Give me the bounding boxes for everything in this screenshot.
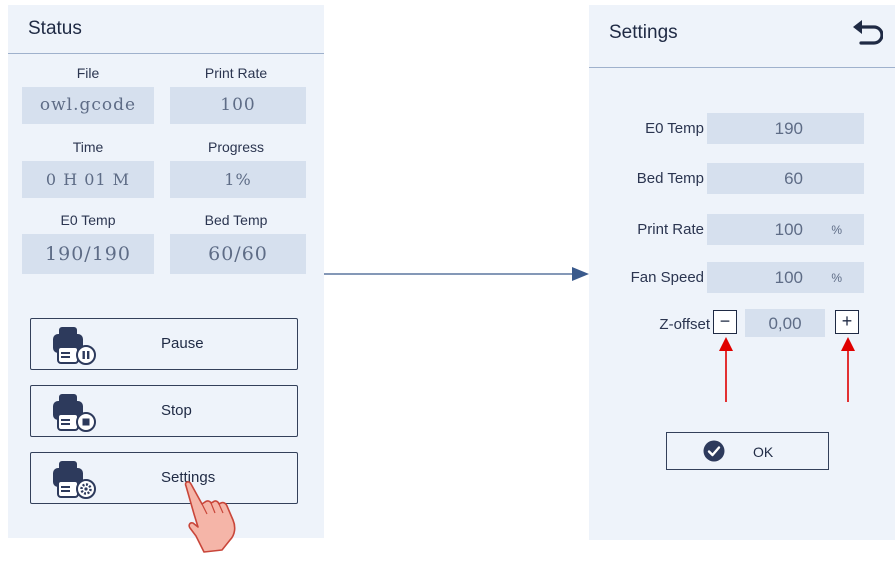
progress-value: 1% [170,161,306,198]
print-rate-value: 100 [170,87,306,124]
ok-label: OK [753,444,774,460]
file-value: owl.gcode [22,87,154,124]
bed-temp-setting-value: 60 [784,169,803,188]
fan-speed-setting-unit: % [831,271,842,285]
printer-pause-icon [53,327,96,365]
red-arrow-minus [719,337,733,402]
file-label: File [76,65,100,81]
z-offset-minus-button[interactable]: − [713,310,737,334]
z-offset-plus-button[interactable]: + [835,310,859,334]
print-rate-label: Print Rate [204,65,268,81]
fan-speed-setting-field[interactable]: 100 % [707,262,864,293]
e0-temp-setting-value: 190 [774,119,803,138]
stop-label: Stop [161,402,192,419]
ok-button[interactable]: OK [666,432,829,470]
status-title: Status [28,18,82,39]
bed-temp-setting-label: Bed Temp [636,170,704,187]
print-rate-setting-label: Print Rate [637,221,704,238]
bed-temp-value: 60/60 [170,234,306,274]
z-offset-label: Z-offset [659,316,710,333]
z-offset-value: 0,00 [768,314,802,333]
settings-button[interactable]: Settings [30,452,298,504]
fan-speed-setting-value: 100 [774,268,803,287]
printer-settings-icon [53,461,96,499]
printer-stop-icon [53,394,96,432]
e0-temp-setting-field[interactable]: 190 [707,113,864,144]
settings-panel: Settings E0 Temp 190 Bed Temp 60 Print R… [589,5,895,540]
e0-temp-setting-label: E0 Temp [645,120,704,137]
time-label: Time [72,139,104,155]
status-header: Status [8,5,324,54]
z-offset-field: 0,00 [745,309,825,337]
hand-pointer-icon [184,481,236,553]
bed-temp-setting-field[interactable]: 60 [707,163,864,194]
print-rate-setting-unit: % [831,223,842,237]
print-rate-setting-value: 100 [774,220,803,239]
flow-arrow [324,267,589,281]
pause-label: Pause [161,335,204,352]
red-arrow-plus [841,337,855,402]
settings-header: Settings [589,5,895,68]
pause-button[interactable]: Pause [30,318,298,370]
progress-label: Progress [207,139,265,155]
status-panel: Status File Print Rate owl.gcode 100 Tim… [8,5,324,538]
time-value: 0 H 01 M [22,161,154,198]
back-arrow-icon[interactable] [851,19,883,51]
settings-title: Settings [609,22,678,43]
check-circle-icon [703,440,725,462]
e0-temp-value: 190/190 [22,234,154,274]
stop-button[interactable]: Stop [30,385,298,437]
e0-temp-label: E0 Temp [60,212,116,228]
fan-speed-setting-label: Fan Speed [630,269,704,286]
bed-temp-label: Bed Temp [204,212,268,228]
print-rate-setting-field[interactable]: 100 % [707,214,864,245]
